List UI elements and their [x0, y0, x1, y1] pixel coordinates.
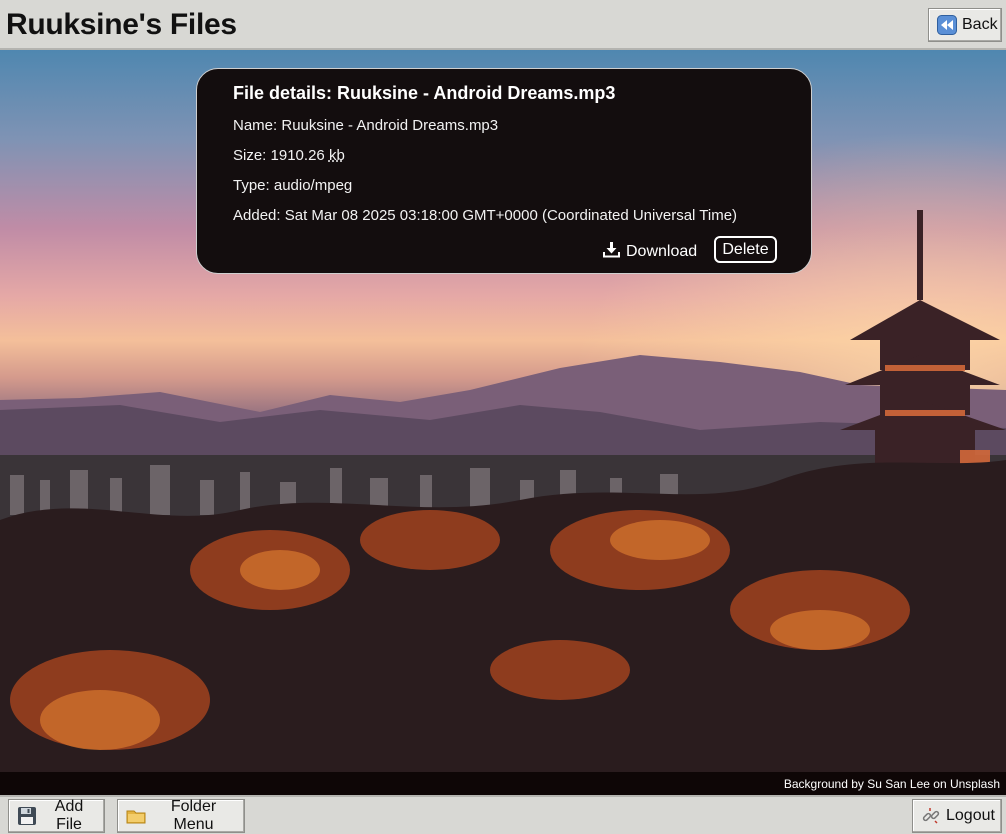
file-type-row: Type: audio/mpeg	[233, 177, 352, 194]
logout-label: Logout	[946, 807, 995, 824]
file-name-value: Ruuksine - Android Dreams.mp3	[281, 117, 499, 134]
add-file-button[interactable]: Add File	[8, 798, 105, 833]
background-credit: Background by Su San Lee on Unsplash	[783, 777, 1000, 791]
file-added-value: Sat Mar 08 2025 03:18:00 GMT+0000 (Coord…	[284, 207, 738, 224]
file-type-value: audio/mpeg	[273, 177, 353, 194]
broken-link-icon	[921, 806, 941, 826]
file-details-card: File details: Ruuksine - Android Dreams.…	[196, 68, 812, 274]
top-toolbar: Ruuksine's Files Back	[0, 0, 1006, 50]
download-label: Download	[626, 243, 698, 260]
delete-button[interactable]: Delete	[714, 236, 777, 263]
file-size-row: Size: 1910.26 kb	[233, 147, 345, 164]
file-name-label: Name:	[233, 117, 278, 134]
back-label: Back	[962, 16, 998, 33]
file-size-label: Size:	[233, 147, 267, 164]
file-size-value: 1910.26	[270, 147, 325, 164]
file-added-label: Added:	[233, 207, 281, 224]
page-title: Ruuksine's Files	[6, 8, 237, 41]
file-added-row: Added: Sat Mar 08 2025 03:18:00 GMT+0000…	[233, 207, 737, 224]
bottom-toolbar: Add File Folder Menu Logout	[0, 795, 1006, 834]
background-photo-area: File details: Ruuksine - Android Dreams.…	[0, 50, 1006, 795]
file-details-heading: File details: Ruuksine - Android Dreams.…	[233, 83, 616, 103]
folder-icon	[126, 806, 146, 826]
folder-menu-button[interactable]: Folder Menu	[117, 798, 245, 833]
file-size-unit: kb	[328, 147, 345, 164]
folder-menu-label: Folder Menu	[170, 798, 217, 833]
floppy-disk-icon	[17, 806, 37, 826]
logout-button[interactable]: Logout	[912, 799, 1002, 833]
download-button[interactable]: Download	[603, 240, 697, 264]
credit-bar: Background by Su San Lee on Unsplash	[0, 772, 1006, 795]
rewind-icon	[937, 15, 957, 35]
file-name-row: Name: Ruuksine - Android Dreams.mp3	[233, 117, 498, 134]
add-file-label: Add File	[54, 798, 84, 833]
file-type-label: Type:	[233, 177, 270, 194]
back-button[interactable]: Back	[928, 8, 1002, 42]
download-icon	[603, 241, 620, 263]
